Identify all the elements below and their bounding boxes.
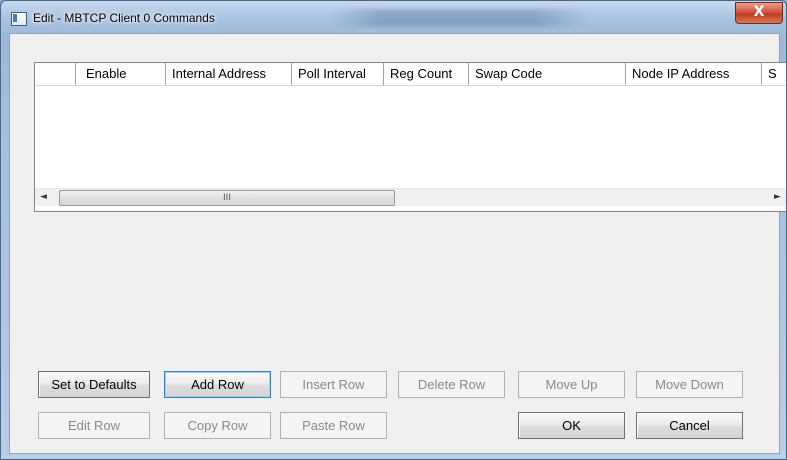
scroll-thumb[interactable]: III xyxy=(59,190,395,206)
column-header-row-selector[interactable] xyxy=(35,63,76,85)
close-icon: X xyxy=(753,4,765,20)
column-header-internal-address[interactable]: Internal Address xyxy=(166,63,292,85)
add-row-button[interactable]: Add Row xyxy=(164,371,271,398)
move-up-button[interactable]: Move Up xyxy=(518,371,625,398)
column-header-node-ip-address[interactable]: Node IP Address xyxy=(626,63,762,85)
horizontal-scrollbar[interactable]: ◄ III ► xyxy=(35,188,786,206)
scroll-left-icon[interactable]: ◄ xyxy=(35,189,52,206)
scroll-right-icon[interactable]: ► xyxy=(769,189,786,206)
column-header-s[interactable]: S xyxy=(762,63,786,85)
title-bar[interactable]: Edit - MBTCP Client 0 Commands X xyxy=(1,1,786,33)
ok-button[interactable]: OK xyxy=(518,412,625,439)
delete-row-button[interactable]: Delete Row xyxy=(398,371,505,398)
background-window-title-blur xyxy=(329,9,589,27)
close-button[interactable]: X xyxy=(735,2,783,24)
dialog-client-area: Enable Internal Address Poll Interval Re… xyxy=(9,33,786,454)
window-title: Edit - MBTCP Client 0 Commands xyxy=(33,11,215,25)
set-to-defaults-button[interactable]: Set to Defaults xyxy=(38,371,150,398)
commands-grid[interactable]: Enable Internal Address Poll Interval Re… xyxy=(34,62,786,212)
column-header-reg-count[interactable]: Reg Count xyxy=(384,63,469,85)
column-header-enable[interactable]: Enable xyxy=(76,63,166,85)
grip-icon: III xyxy=(223,193,231,203)
paste-row-button[interactable]: Paste Row xyxy=(280,412,387,439)
column-header-swap-code[interactable]: Swap Code xyxy=(469,63,626,85)
app-window-icon xyxy=(11,12,27,26)
edit-row-button[interactable]: Edit Row xyxy=(38,412,150,439)
grid-header: Enable Internal Address Poll Interval Re… xyxy=(35,63,786,86)
dialog-window: Edit - MBTCP Client 0 Commands X Enable … xyxy=(0,0,787,460)
insert-row-button[interactable]: Insert Row xyxy=(280,371,387,398)
cancel-button[interactable]: Cancel xyxy=(636,412,743,439)
move-down-button[interactable]: Move Down xyxy=(636,371,743,398)
column-header-poll-interval[interactable]: Poll Interval xyxy=(292,63,384,85)
copy-row-button[interactable]: Copy Row xyxy=(164,412,271,439)
